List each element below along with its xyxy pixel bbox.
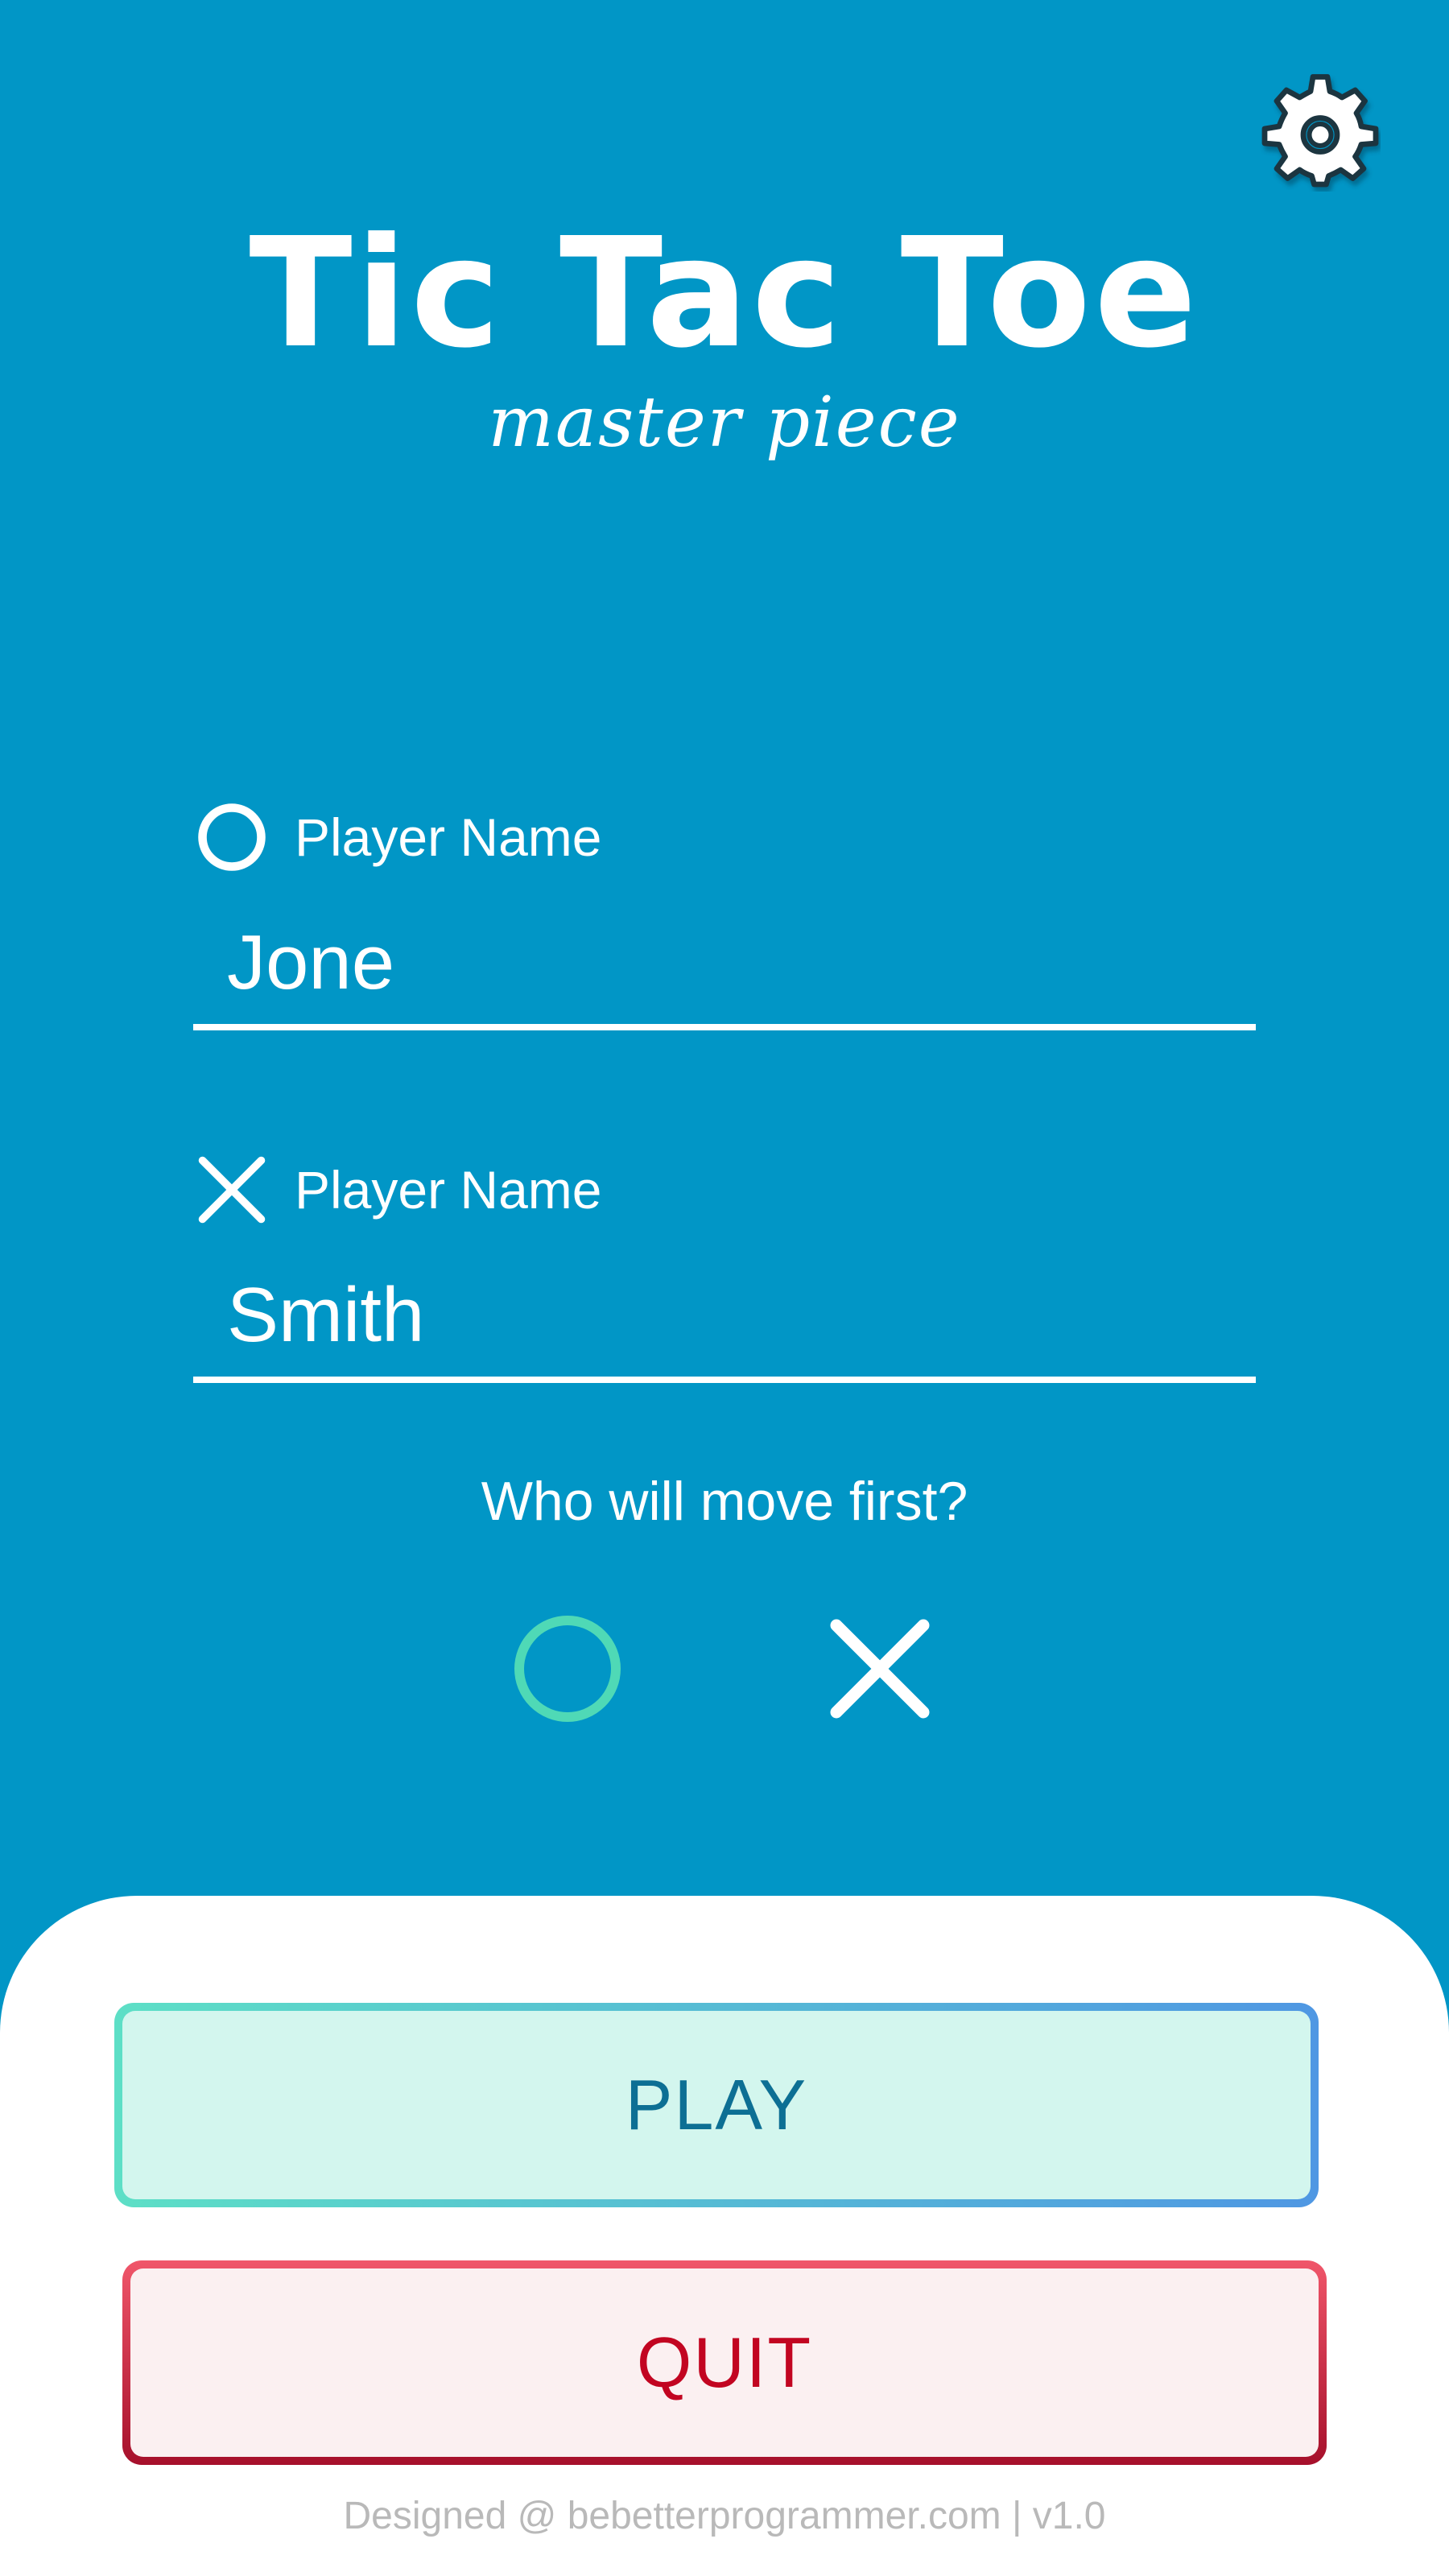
settings-button[interactable] [1260,71,1381,192]
first-move-question: Who will move first? [481,1471,968,1532]
app-subtitle: master piece [488,382,961,463]
player-o-label: Player Name [295,807,602,867]
first-move-x-option[interactable] [819,1608,940,1729]
play-button-label: PLAY [122,2011,1311,2199]
quit-button-label: QUIT [130,2268,1319,2457]
bottom-sheet [0,1896,1449,2576]
player-o-block: Player Name [193,797,1256,1046]
gear-icon [1261,74,1379,188]
start-screen: Tic Tac Toe master piece Player Name Pla… [0,0,1449,2576]
app-title: Tic Tac Toe [249,205,1200,382]
cross-icon [198,1156,266,1224]
player-x-block: Player Name [193,1150,1256,1399]
circle-icon [198,803,266,871]
play-button[interactable]: PLAY [114,2003,1319,2207]
quit-button[interactable]: QUIT [122,2260,1327,2465]
player-x-label-row: Player Name [193,1150,601,1230]
player-o-name-input[interactable] [193,902,1256,1030]
player-o-label-row: Player Name [193,797,601,877]
footer-credit: Designed @ bebetterprogrammer.com | v1.0 [343,2495,1106,2537]
circle-icon [514,1616,621,1722]
player-x-label: Player Name [295,1160,602,1220]
first-move-o-option[interactable] [507,1608,628,1729]
cross-icon [830,1619,930,1719]
player-x-name-input[interactable] [193,1254,1256,1383]
